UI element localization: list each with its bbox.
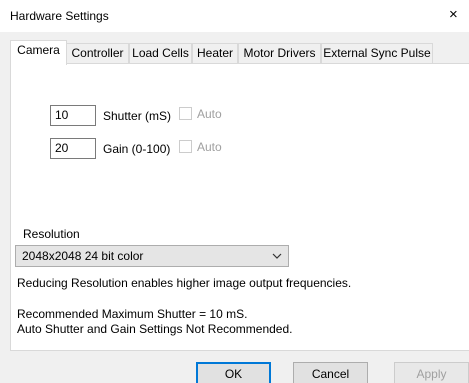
gain-auto-checkbox[interactable] <box>179 140 192 153</box>
resolution-selected-value: 2048x2048 24 bit color <box>22 249 144 263</box>
tab-motor-drivers[interactable]: Motor Drivers <box>238 43 321 63</box>
shutter-label: Shutter (mS) <box>103 109 172 123</box>
shutter-input[interactable]: 10 <box>50 105 96 126</box>
gain-label: Gain (0-100) <box>103 142 171 156</box>
ok-button[interactable]: OK <box>196 362 271 383</box>
window-title: Hardware Settings <box>10 9 109 23</box>
auto-settings-note: Auto Shutter and Gain Settings Not Recom… <box>17 322 293 336</box>
tab-load-cells[interactable]: Load Cells <box>129 43 192 63</box>
close-icon[interactable]: × <box>449 4 469 26</box>
tab-controller[interactable]: Controller <box>66 43 129 63</box>
gain-input[interactable]: 20 <box>50 138 96 159</box>
resolution-hint: Reducing Resolution enables higher image… <box>17 276 352 290</box>
cancel-button[interactable]: Cancel <box>293 362 368 383</box>
gain-auto-label: Auto <box>197 140 222 154</box>
tab-external-sync-pulse[interactable]: External Sync Pulse <box>321 43 433 63</box>
tab-heater[interactable]: Heater <box>192 43 238 63</box>
resolution-label: Resolution <box>23 227 80 241</box>
chevron-down-icon <box>272 253 282 259</box>
title-bar: Hardware Settings × <box>0 0 469 32</box>
apply-button[interactable]: Apply <box>394 362 469 383</box>
shutter-auto-checkbox[interactable] <box>179 107 192 120</box>
shutter-auto-label: Auto <box>197 107 222 121</box>
tab-camera[interactable]: Camera <box>10 40 67 65</box>
resolution-select[interactable]: 2048x2048 24 bit color <box>15 245 289 267</box>
hardware-settings-dialog: Hardware Settings × Camera Controller Lo… <box>0 0 469 383</box>
camera-tab-panel: 10 Shutter (mS) Auto 20 Gain (0-100) Aut… <box>10 63 469 351</box>
recommended-shutter-note: Recommended Maximum Shutter = 10 mS. <box>17 307 248 321</box>
